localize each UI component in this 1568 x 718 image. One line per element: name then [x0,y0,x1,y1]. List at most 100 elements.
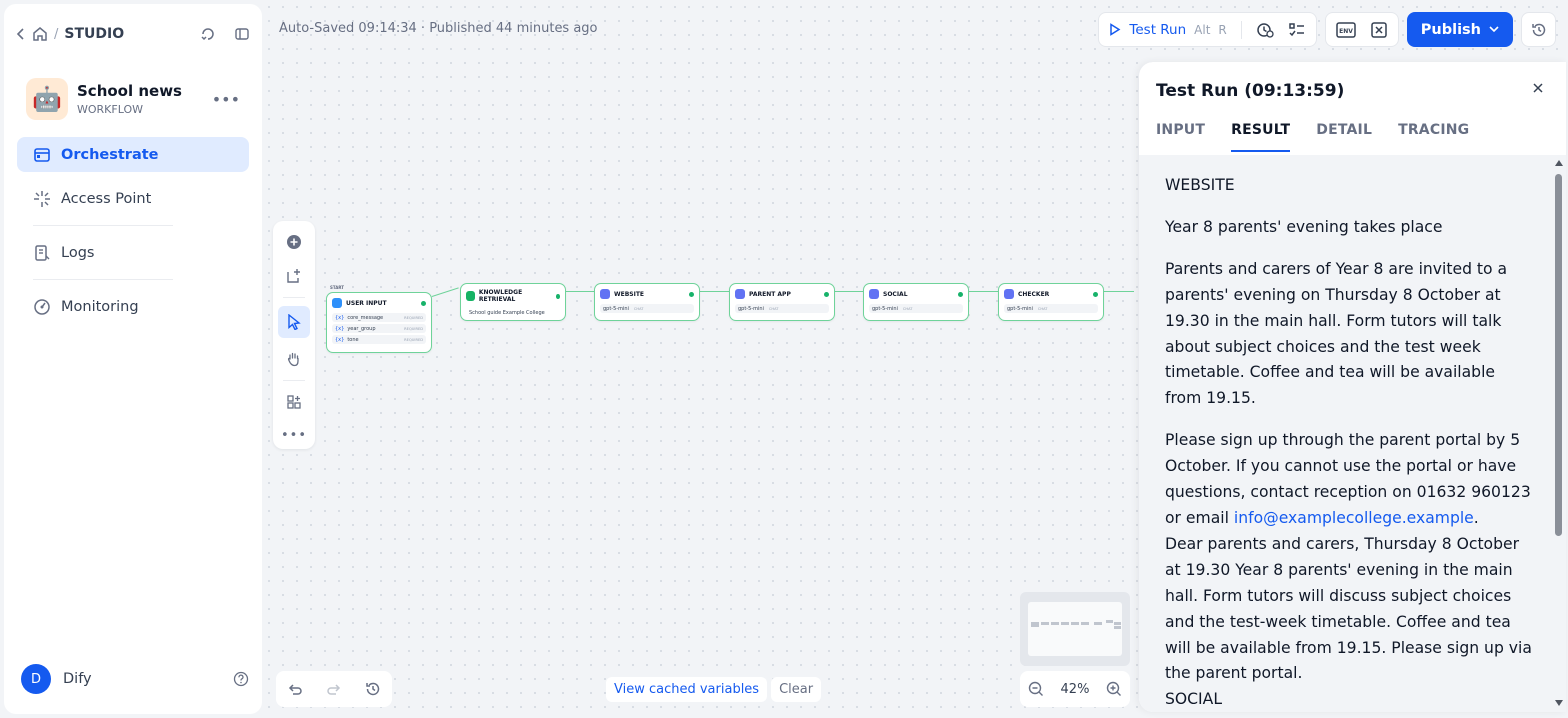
checklist-icon[interactable] [1288,21,1306,39]
sidebar-item-label: Monitoring [61,298,139,315]
zoom-out-icon[interactable] [1028,681,1044,697]
avatar: D [21,664,51,694]
test-run-button[interactable]: Test Run Alt R [1109,22,1227,38]
more-icon[interactable]: ••• [212,90,240,109]
email-link[interactable]: info@examplecollege.example [1234,509,1474,527]
llm-icon [869,289,879,299]
panel-tabs: INPUT RESULT DETAIL TRACING [1156,122,1469,152]
scroll-up-icon [1555,160,1563,166]
workflow-node-checker[interactable]: CHECKER gpt-5-mini CHAT [998,283,1104,321]
model-row: gpt-5-mini CHAT [600,304,694,313]
scrollbar-thumb[interactable] [1555,174,1562,536]
zoom-level[interactable]: 42% [1061,682,1090,697]
node-title: PARENT APP [749,290,791,298]
model-row: gpt-5-mini CHAT [1004,304,1098,313]
workflow-node-parent-app[interactable]: PARENT APP gpt-5-mini CHAT [729,283,835,321]
tab-input[interactable]: INPUT [1156,122,1205,152]
success-status-icon [689,291,694,297]
breadcrumb-studio[interactable]: STUDIO [64,26,124,42]
tab-result[interactable]: RESULT [1231,122,1291,152]
model-mode-tag: CHAT [768,306,779,311]
undo-icon[interactable] [287,681,303,697]
add-note-button[interactable] [278,263,310,289]
change-history-icon[interactable] [365,681,381,697]
pointer-icon [288,313,301,330]
app-info[interactable]: 🤖 School news WORKFLOW ••• [26,74,252,124]
organize-icon [287,395,301,409]
knowledge-base-name: School guide Example College [469,309,545,316]
result-area[interactable]: WEBSITE Year 8 parents' evening takes pl… [1139,155,1566,712]
variable-name: year_group [347,325,376,332]
organize-blocks-button[interactable] [278,389,310,415]
history-icon [1531,23,1545,36]
variable-prefix: {x} [335,314,345,321]
env-variables-icon[interactable]: ENV [1336,21,1356,38]
cache-bar: View cached variables Clear [606,677,822,702]
workflow-node-user-input[interactable]: USER INPUT {x} core_message REQUIRED {x} ye… [326,292,432,353]
run-history-icon[interactable] [1256,21,1274,39]
redo-icon[interactable] [326,681,342,697]
model-name: gpt-5-mini [872,305,898,312]
workflow-node-website[interactable]: WEBSITE gpt-5-mini CHAT [594,283,700,321]
collapse-sidebar-icon[interactable] [234,26,250,42]
clear-cache-button[interactable]: Clear [771,677,822,702]
model-name: gpt-5-mini [1007,305,1033,312]
node-title: USER INPUT [346,299,387,307]
canvas-toolbar: ••• [273,221,315,449]
view-cached-variables-button[interactable]: View cached variables [606,677,768,702]
variable-prefix: {x} [335,336,345,343]
variable-prefix: {x} [335,325,345,332]
add-node-button[interactable] [278,229,310,255]
minimap[interactable] [1020,592,1130,666]
llm-icon [600,289,610,299]
pointer-mode-button[interactable] [278,306,310,338]
publish-button[interactable]: Publish [1406,12,1513,47]
scroll-down-icon [1555,700,1563,706]
logs-icon [33,244,51,262]
model-mode-tag: CHAT [1037,306,1048,311]
sidebar-item-monitoring[interactable]: Monitoring [17,289,249,324]
tab-tracing[interactable]: TRACING [1398,122,1469,152]
app-avatar: 🤖 [26,78,68,120]
input-variable-row: {x} tone REQUIRED [332,335,426,344]
more-tools-button[interactable]: ••• [278,423,310,449]
workflow-node-knowledge-retrieval[interactable]: KNOWLEDGE RETRIEVAL School guide Example… [460,283,566,321]
sidebar-item-logs[interactable]: Logs [17,235,249,270]
help-icon[interactable] [233,671,249,687]
result-paragraph: Parents and carers of Year 8 are invited… [1165,259,1508,408]
sidebar-item-orchestrate[interactable]: Orchestrate [17,137,249,172]
node-title: SOCIAL [883,290,908,298]
sidebar-item-access-point[interactable]: Access Point [17,181,249,216]
scrollbar[interactable] [1554,160,1563,706]
workflow-node-social[interactable]: SOCIAL gpt-5-mini CHAT [863,283,969,321]
required-tag: REQUIRED [404,326,423,331]
model-row: gpt-5-mini CHAT [735,304,829,313]
user-account[interactable]: D Dify [21,664,249,694]
result-headline: Year 8 parents' evening takes place [1165,217,1443,236]
version-history-button[interactable] [1521,12,1556,47]
zoom-in-icon[interactable] [1106,681,1122,697]
edge [566,291,594,293]
close-icon[interactable] [1532,82,1544,94]
chevron-down-icon [1489,26,1499,33]
conversation-variables-icon[interactable] [1370,21,1388,39]
user-name: Dify [63,671,92,687]
hand-mode-button[interactable] [278,346,310,372]
back-chevron-icon[interactable] [16,27,26,41]
result-heading-social: SOCIAL [1165,690,1223,709]
monitoring-icon [33,298,51,316]
env-tools-group: ENV [1324,12,1399,47]
app-type: WORKFLOW [77,103,143,116]
edge [1104,291,1134,293]
knowledge-icon [466,291,475,301]
sidebar-item-label: Access Point [61,190,152,207]
node-title: KNOWLEDGE RETRIEVAL [478,289,523,303]
result-heading-website: WEBSITE [1165,176,1235,194]
switch-app-icon[interactable] [200,26,216,42]
tab-detail[interactable]: DETAIL [1316,122,1372,152]
sidebar-header: / STUDIO [16,22,250,46]
home-icon[interactable] [32,26,48,42]
run-tools-group: Test Run Alt R [1098,12,1317,47]
model-mode-tag: CHAT [633,306,644,311]
autosave-status: Auto-Saved 09:14:34 · Published 44 minut… [279,21,598,36]
